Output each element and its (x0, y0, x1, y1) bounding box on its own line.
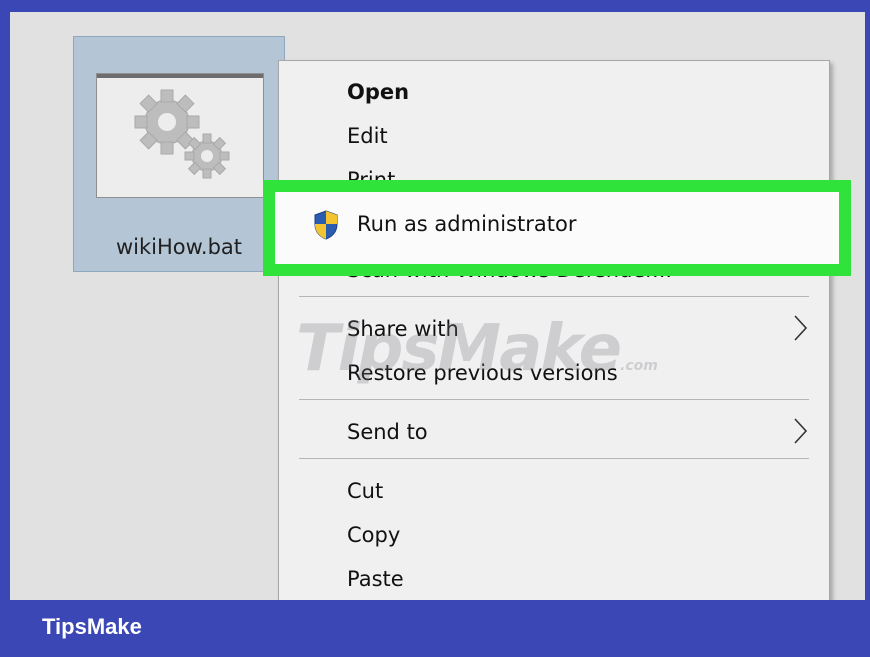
highlight-box: Run as administrator (263, 180, 851, 276)
menu-separator (299, 399, 809, 400)
menu-item-edit[interactable]: Edit (347, 124, 388, 148)
uac-shield-icon (314, 210, 338, 240)
menu-separator (299, 458, 809, 459)
menu-item-open[interactable]: Open (347, 80, 409, 104)
run-as-administrator-label: Run as administrator (357, 212, 577, 236)
menu-item-send-to[interactable]: Send to (347, 420, 428, 444)
footer-bar: TipsMake (0, 600, 870, 657)
gears-icon (134, 89, 230, 179)
menu-item-run-as-administrator[interactable]: Run as administrator (275, 192, 839, 264)
file-icon-wikihow-bat[interactable]: wikiHow.bat (73, 36, 285, 272)
watermark: TipsMake.com (296, 312, 658, 386)
menu-item-cut[interactable]: Cut (347, 479, 383, 503)
brand-label: TipsMake (42, 614, 142, 639)
chevron-right-icon (794, 315, 808, 341)
watermark-main: TipsMake (296, 312, 622, 386)
file-name-label: wikiHow.bat (116, 235, 242, 259)
menu-item-paste[interactable]: Paste (347, 567, 404, 591)
file-thumbnail (96, 73, 264, 198)
desktop: wikiHow.bat Open Edit Print Scan with Wi… (10, 12, 865, 600)
menu-item-copy[interactable]: Copy (347, 523, 400, 547)
menu-separator (299, 296, 809, 297)
chevron-right-icon (794, 418, 808, 444)
watermark-suffix: .com (620, 358, 658, 374)
